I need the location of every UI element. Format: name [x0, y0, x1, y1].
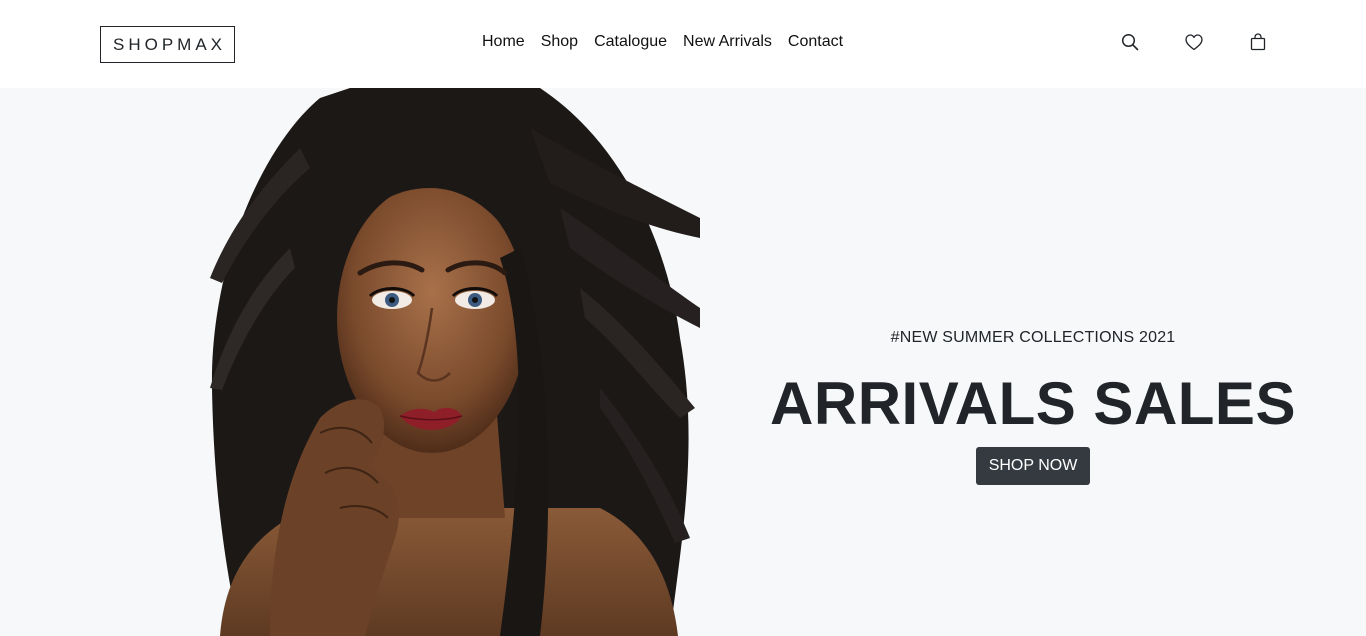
- nav-item-shop[interactable]: Shop: [541, 33, 578, 51]
- navbar: SHOPMAX Home Shop Catalogue New Arrivals…: [0, 0, 1366, 88]
- hero-tagline: #NEW SUMMER COLLECTIONS 2021: [890, 329, 1176, 346]
- hero-model-image: [200, 88, 700, 636]
- hero-content: #NEW SUMMER COLLECTIONS 2021 ARRIVALS SA…: [700, 88, 1366, 636]
- nav-item-new-arrivals[interactable]: New Arrivals: [683, 33, 772, 51]
- nav-item-catalogue[interactable]: Catalogue: [594, 33, 667, 51]
- hero-section: #NEW SUMMER COLLECTIONS 2021 ARRIVALS SA…: [0, 88, 1366, 636]
- hero-headline: ARRIVALS SALES: [770, 370, 1296, 437]
- search-icon[interactable]: [1120, 32, 1140, 52]
- heart-icon[interactable]: [1184, 32, 1204, 52]
- brand-logo[interactable]: SHOPMAX: [100, 26, 235, 63]
- nav-item-contact[interactable]: Contact: [788, 33, 843, 51]
- nav-item-home[interactable]: Home: [482, 33, 525, 51]
- shopping-bag-icon[interactable]: [1248, 32, 1268, 52]
- main-nav: Home Shop Catalogue New Arrivals Contact: [482, 33, 843, 51]
- shop-now-button[interactable]: SHOP NOW: [976, 447, 1090, 485]
